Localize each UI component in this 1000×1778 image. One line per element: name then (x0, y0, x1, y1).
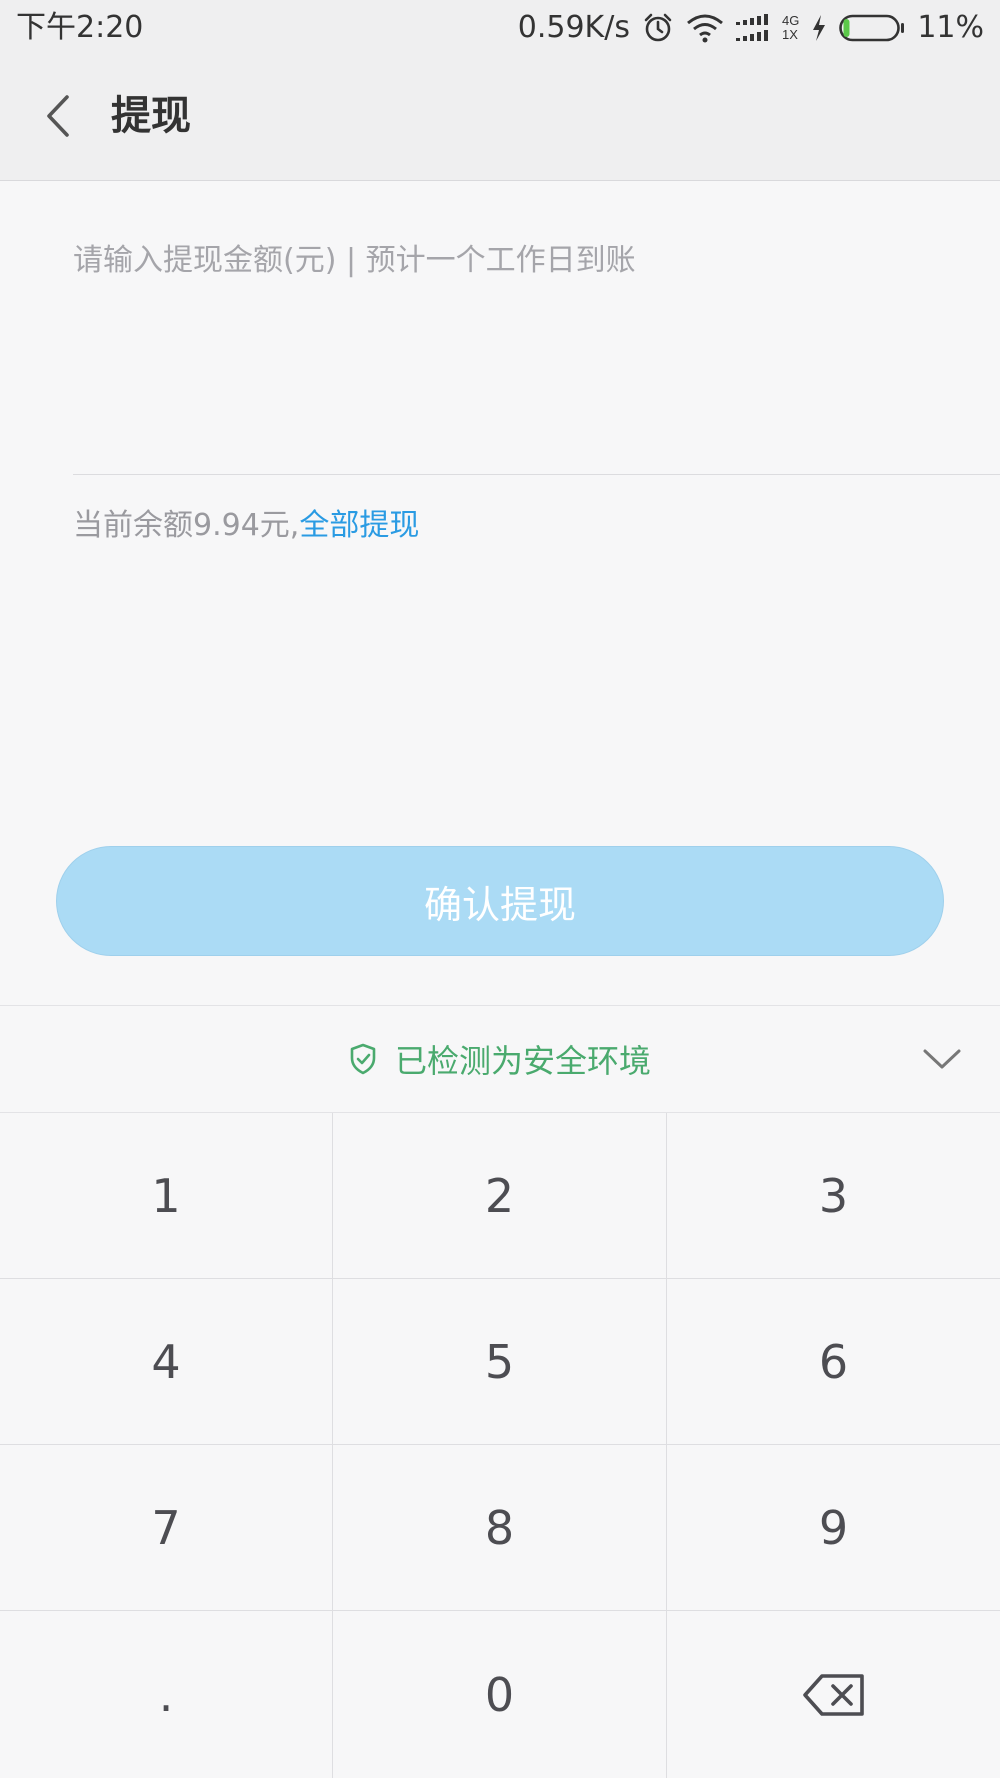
key-2[interactable]: 2 (333, 1113, 667, 1279)
security-status: 已检测为安全环境 (0, 1006, 1000, 1112)
confirm-withdraw-button[interactable]: 确认提现 (56, 846, 944, 956)
amount-input[interactable] (73, 232, 973, 288)
status-bar: 下午2:20 0.59K/s 4G 1X 11% (0, 0, 1000, 56)
collapse-keyboard-button[interactable] (914, 1031, 970, 1087)
key-decimal[interactable]: . (0, 1611, 333, 1778)
charging-icon (811, 14, 827, 42)
chevron-left-icon (43, 94, 73, 138)
key-backspace[interactable] (667, 1611, 1000, 1778)
status-time: 下午2:20 (16, 10, 144, 45)
status-indicators: 0.59K/s 4G 1X 11% (518, 8, 984, 48)
secure-numeric-keyboard: 已检测为安全环境 1 2 3 4 5 6 7 8 9 . 0 (0, 1005, 1000, 1778)
key-3[interactable]: 3 (667, 1113, 1000, 1279)
network-speed: 0.59K/s (517, 10, 630, 45)
balance-text: 当前余额9.94元, (73, 508, 300, 543)
key-8[interactable]: 8 (333, 1445, 667, 1611)
security-status-text: 已检测为安全环境 (394, 1042, 651, 1080)
withdraw-screen: 下午2:20 0.59K/s 4G 1X 11% 提现 请输入提现金额(元) |… (0, 0, 1000, 1778)
alarm-icon (642, 12, 674, 44)
withdraw-all-link[interactable]: 全部提现 (299, 508, 419, 543)
signal-icon (735, 13, 770, 43)
network-type: 4G 1X (782, 14, 799, 42)
back-button[interactable] (30, 80, 86, 152)
balance-info: 当前余额9.94元,全部提现 (73, 502, 419, 550)
key-1[interactable]: 1 (0, 1113, 333, 1279)
key-4[interactable]: 4 (0, 1279, 333, 1445)
amount-input-area (73, 232, 1000, 475)
network-type-bottom: 1X (781, 27, 798, 42)
battery-percentage: 11% (917, 10, 984, 45)
backspace-icon (802, 1673, 866, 1717)
wifi-icon (686, 13, 724, 43)
page-title: 提现 (111, 93, 191, 139)
key-6[interactable]: 6 (667, 1279, 1000, 1445)
key-9[interactable]: 9 (667, 1445, 1000, 1611)
chevron-down-icon (922, 1047, 962, 1071)
security-status-bar: 已检测为安全环境 (0, 1006, 1000, 1113)
battery-icon (839, 14, 905, 42)
shield-check-icon (349, 1043, 377, 1075)
network-type-top: 4G (781, 13, 800, 28)
app-header: 提现 (0, 56, 1000, 181)
key-0[interactable]: 0 (333, 1611, 667, 1778)
key-5[interactable]: 5 (333, 1279, 667, 1445)
key-7[interactable]: 7 (0, 1445, 333, 1611)
keypad: 1 2 3 4 5 6 7 8 9 . 0 (0, 1113, 1000, 1778)
